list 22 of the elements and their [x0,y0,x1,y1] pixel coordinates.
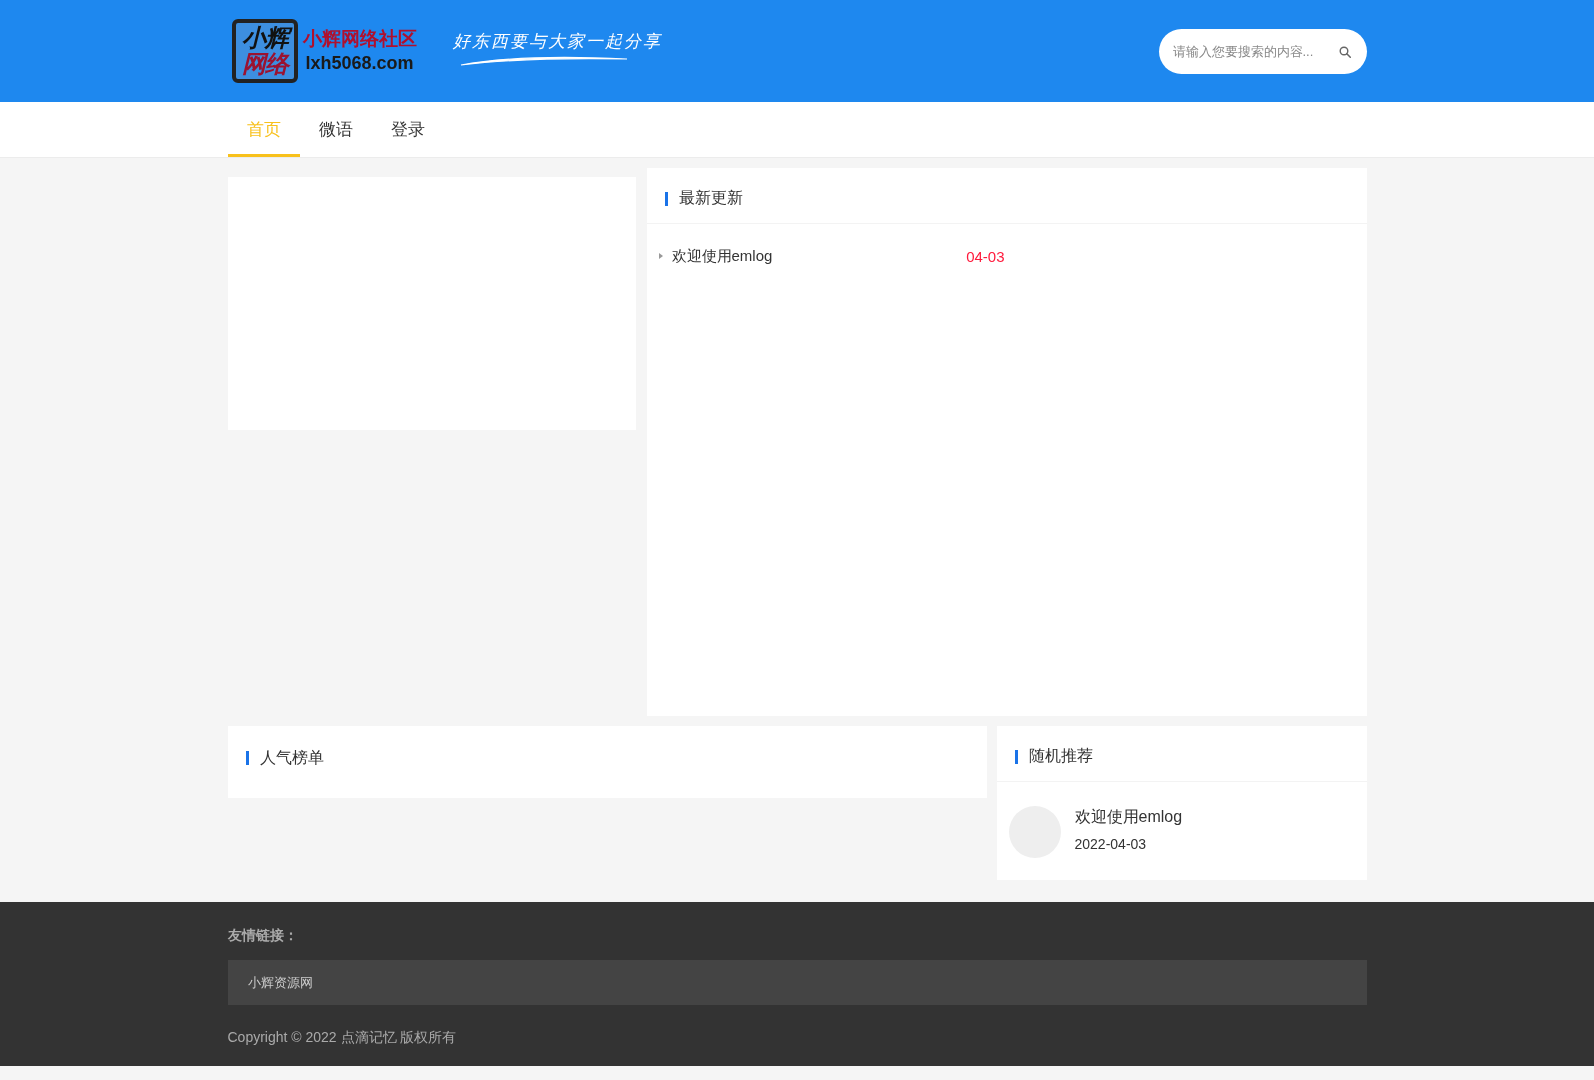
post-date: 2022-04-03 [1074,835,1148,852]
accent-bar-icon [245,751,249,765]
accent-bar-icon [664,191,668,206]
search-icon[interactable] [1338,45,1351,58]
logo-domain: lxh5068.com [305,52,415,75]
logo-title: 小辉网络社区 [302,27,417,51]
panel-title: 随机推荐 [1028,746,1093,766]
post-date: 04-03 [966,247,1005,265]
panel-title: 最新更新 [678,188,743,208]
panel-title: 人气榜单 [259,747,324,768]
logo-icon: 小辉 网络 [231,19,298,83]
friend-link[interactable]: 小辉资源网 [247,973,313,992]
post-link[interactable]: 欢迎使用emlog [671,246,967,266]
slogan: 好东西要与大家一起分享 [452,30,662,52]
triangle-bullet-icon [658,253,663,259]
nav-tab[interactable]: 微语 [299,102,372,157]
accent-bar-icon [1014,749,1018,764]
post-link[interactable]: 欢迎使用emlog [1074,806,1183,828]
nav-tab[interactable]: 登录 [371,102,444,157]
links-label: 友情链接： [227,926,299,945]
search-field[interactable]: 请输入您要搜索的内容... [1158,28,1367,74]
copyright: Copyright © 2022 点滴记忆 版权所有 [227,1028,458,1047]
